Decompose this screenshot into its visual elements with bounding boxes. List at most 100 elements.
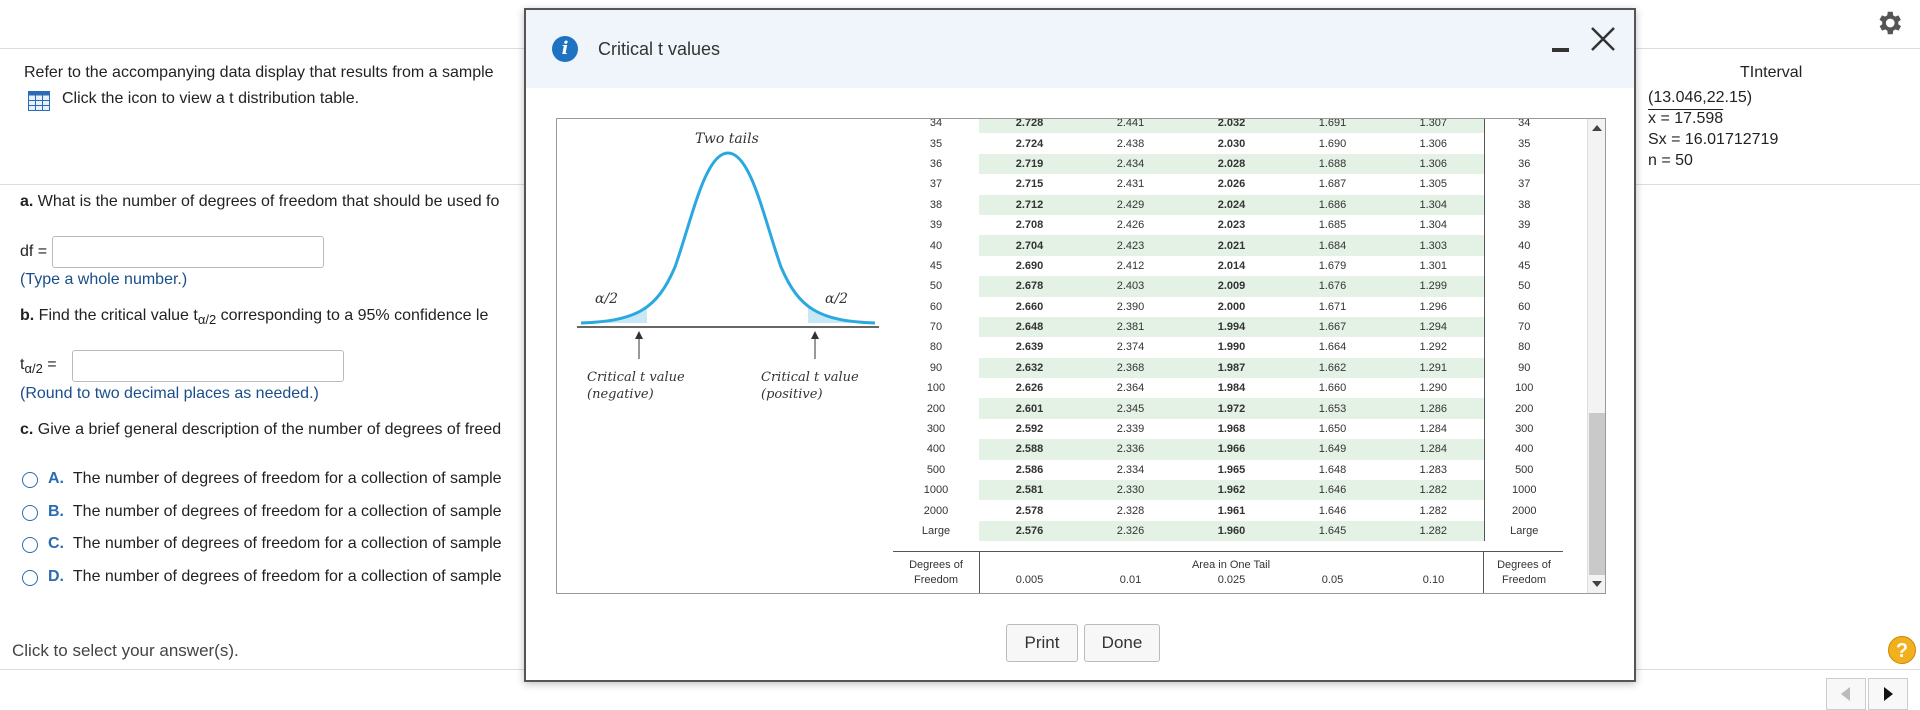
df-cell: 38 — [893, 194, 979, 215]
df-cell-right: 36 — [1483, 153, 1564, 175]
table-cell: 2.429 — [1080, 194, 1181, 215]
table-cell: 2.412 — [1080, 255, 1181, 277]
close-icon[interactable] — [1588, 24, 1618, 54]
table-row: 400 2.588 2.336 1.966 1.649 1.284 400 — [893, 439, 1564, 460]
part-a-letter: a. — [20, 193, 34, 210]
table-cell: 2.578 — [979, 500, 1080, 521]
table-cell: 2.632 — [979, 357, 1080, 379]
df-cell: 60 — [893, 296, 979, 317]
done-button[interactable]: Done — [1084, 624, 1160, 662]
table-cell: 1.684 — [1282, 235, 1383, 256]
crit-pos-label-2: (positive) — [761, 387, 823, 402]
df-cell: 400 — [893, 439, 979, 460]
crit-pos-label: Critical t value — [761, 370, 859, 385]
alpha-left-label: α/2 — [595, 291, 618, 307]
df-cell-right: 200 — [1483, 398, 1564, 419]
table-cell: 1.671 — [1282, 296, 1383, 317]
scroll-thumb[interactable] — [1589, 413, 1605, 575]
table-row: 39 2.708 2.426 2.023 1.685 1.304 39 — [893, 214, 1564, 236]
table-cell: 2.339 — [1080, 418, 1181, 440]
header-area: Area in One Tail — [1191, 559, 1271, 571]
tinterval-title: TInterval — [1740, 64, 1803, 81]
table-scrollbar[interactable] — [1587, 119, 1605, 593]
table-cell: 2.708 — [979, 214, 1080, 236]
table-cell: 2.581 — [979, 480, 1080, 501]
option-a[interactable]: A. The number of degrees of freedom for … — [48, 470, 502, 488]
df-cell-right: 37 — [1483, 174, 1564, 195]
pos-arrowhead — [811, 331, 819, 339]
gear-icon[interactable] — [1874, 8, 1904, 38]
option-d[interactable]: D. The number of degrees of freedom for … — [48, 568, 502, 586]
neg-arrowhead — [635, 331, 643, 339]
table-link[interactable]: Click the icon to view a t distribution … — [62, 90, 359, 108]
table-cell: 2.000 — [1181, 296, 1282, 317]
scroll-down-icon[interactable] — [1592, 581, 1602, 587]
df-cell: 1000 — [893, 480, 979, 501]
table-cell: 1.960 — [1181, 520, 1282, 542]
table-cell: 1.966 — [1181, 439, 1282, 460]
df-cell-right: 100 — [1483, 378, 1564, 399]
table-cell: 1.301 — [1383, 255, 1484, 277]
df-cell: 50 — [893, 276, 979, 297]
t-hint: (Round to two decimal places as needed.) — [20, 385, 319, 402]
table-cell: 2.586 — [979, 459, 1080, 481]
option-a-radio[interactable] — [22, 472, 38, 488]
df-cell-right: 2000 — [1483, 500, 1564, 521]
part-b-question: b. Find the critical value tα/2 correspo… — [20, 307, 488, 327]
t-table-header: Degrees of Freedom Area in One Tail 0.005… — [893, 551, 1563, 591]
table-cell: 1.282 — [1383, 520, 1484, 542]
option-c-text: The number of degrees of freedom for a c… — [72, 535, 502, 552]
table-cell: 1.965 — [1181, 459, 1282, 481]
df-cell: 36 — [893, 153, 979, 175]
df-cell-right: 38 — [1483, 194, 1564, 215]
option-d-radio[interactable] — [22, 570, 38, 586]
option-b-radio[interactable] — [22, 505, 38, 521]
table-icon[interactable] — [28, 91, 50, 111]
page: Refer to the accompanying data display t… — [0, 0, 1920, 710]
header-tail-4: 0.10 — [1422, 574, 1445, 586]
table-cell: 1.962 — [1181, 480, 1282, 501]
header-tail-2: 0.025 — [1217, 574, 1246, 586]
table-cell: 2.328 — [1080, 500, 1181, 521]
print-button[interactable]: Print — [1006, 624, 1078, 662]
next-button[interactable] — [1868, 678, 1908, 710]
option-b[interactable]: B. The number of degrees of freedom for … — [48, 503, 502, 521]
table-cell: 1.306 — [1383, 153, 1484, 175]
df-cell-right: 50 — [1483, 276, 1564, 297]
part-a-question: a. What is the number of degrees of free… — [20, 193, 499, 211]
table-cell: 1.994 — [1181, 316, 1282, 338]
minimize-icon[interactable] — [1552, 40, 1570, 58]
t-table-frame: Two tails α/2 α/2 Critical t value (nega… — [556, 118, 1606, 594]
prev-button[interactable] — [1826, 678, 1866, 710]
table-cell: 2.576 — [979, 520, 1080, 542]
part-c-text: Give a brief general description of the … — [33, 421, 502, 438]
table-cell: 2.724 — [979, 133, 1080, 154]
option-d-text: The number of degrees of freedom for a c… — [72, 568, 502, 585]
table-cell: 1.282 — [1383, 500, 1484, 521]
df-input[interactable] — [52, 236, 324, 268]
table-cell: 1.296 — [1383, 296, 1484, 317]
table-cell: 2.021 — [1181, 235, 1282, 256]
table-cell: 1.688 — [1282, 153, 1383, 175]
table-cell: 2.403 — [1080, 276, 1181, 297]
table-cell: 2.028 — [1181, 153, 1282, 175]
table-cell: 1.990 — [1181, 337, 1282, 358]
header-df-right: Degrees of Freedom — [1484, 558, 1564, 588]
table-row: 80 2.639 2.374 1.990 1.664 1.292 80 — [893, 337, 1564, 358]
header-df: Degrees of Freedom — [893, 558, 979, 588]
table-cell: 1.648 — [1282, 459, 1383, 481]
scroll-up-icon[interactable] — [1592, 125, 1602, 131]
t-label-sub: α/2 — [24, 361, 43, 377]
table-cell: 1.679 — [1282, 255, 1383, 277]
help-icon[interactable]: ? — [1888, 636, 1916, 664]
option-c-radio[interactable] — [22, 537, 38, 553]
option-c[interactable]: C. The number of degrees of freedom for … — [48, 535, 502, 553]
table-cell: 1.653 — [1282, 398, 1383, 419]
t-input[interactable] — [72, 350, 344, 382]
table-cell: 2.368 — [1080, 357, 1181, 379]
table-cell: 2.639 — [979, 337, 1080, 358]
df-cell: Large — [893, 520, 979, 542]
header-tail-3: 0.05 — [1321, 574, 1344, 586]
table-cell: 1.282 — [1383, 480, 1484, 501]
df-cell-right: 35 — [1483, 133, 1564, 154]
